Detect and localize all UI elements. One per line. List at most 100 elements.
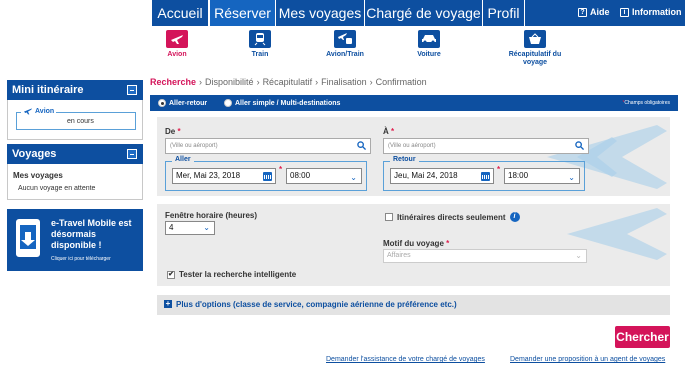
from-label: De *	[165, 127, 181, 136]
mini-itinerary-status: en cours	[67, 118, 94, 125]
depart-label: Aller	[172, 156, 194, 163]
required-note: *Champs obligatoires	[622, 100, 670, 106]
trip-type-bar: Aller-retour Aller simple / Multi-destin…	[150, 95, 678, 111]
mode-label: Récapitulatif du voyage	[508, 51, 562, 66]
mobile-promo-banner[interactable]: e-Travel Mobile est désormais disponible…	[7, 209, 143, 271]
mode-label: Voiture	[417, 51, 441, 58]
trips-panel: Mes voyages Aucun voyage en attente	[7, 164, 143, 200]
step-confirmation: Confirmation	[375, 77, 427, 87]
mini-itinerary-header: Mini itinéraire	[7, 80, 143, 100]
basket-icon	[524, 30, 546, 48]
reason-label: Motif du voyage *	[383, 239, 450, 248]
round-trip-label: Aller-retour	[169, 99, 208, 107]
help-link[interactable]: ? Aide	[578, 7, 610, 17]
agent-proposal-link[interactable]: Demander une proposition à un agent de v…	[510, 356, 665, 363]
train-icon	[249, 30, 271, 48]
return-group: Retour Jeu, Mai 24, 2018 * 18:00 ⌄	[383, 156, 585, 191]
return-label: Retour	[390, 156, 419, 163]
tab-charge-de-voyage[interactable]: Chargé de voyage	[365, 0, 483, 26]
more-options-label: Plus d'options (classe de service, compa…	[176, 300, 457, 309]
tab-mes-voyages[interactable]: Mes voyages	[276, 0, 365, 26]
mode-avion-train[interactable]: Avion/Train	[310, 30, 380, 59]
mode-label: Avion	[167, 51, 187, 58]
chevron-right-icon: ›	[256, 77, 260, 87]
direct-label: Itinéraires directs seulement	[397, 212, 506, 222]
plane-icon	[24, 108, 32, 115]
trips-header: Voyages	[7, 144, 143, 164]
chevron-down-icon: ⌄	[203, 223, 210, 232]
radio-unselected-icon	[224, 99, 232, 107]
depart-group: Aller Mer, Mai 23, 2018 * 08:00 ⌄	[165, 156, 367, 191]
smart-search-checkbox[interactable]: ✔ Tester la recherche intelligente	[167, 270, 296, 279]
to-label: À *	[383, 127, 395, 136]
search-button[interactable]: Chercher	[615, 326, 670, 348]
chevron-right-icon: ›	[369, 77, 373, 87]
tab-reserver[interactable]: Réserver	[209, 0, 276, 26]
mobile-promo-title: e-Travel Mobile est désormais disponible…	[51, 218, 132, 250]
required-star: *	[497, 165, 501, 174]
minimize-icon[interactable]	[127, 149, 137, 159]
mode-voiture[interactable]: Voiture	[394, 30, 464, 59]
trips-subtitle: Mes voyages	[13, 171, 63, 180]
calendar-icon[interactable]	[263, 172, 272, 181]
info-icon[interactable]: i	[509, 212, 520, 222]
to-input[interactable]: (Ville ou aéroport)	[383, 138, 589, 154]
top-navigation: Accueil Réserver Mes voyages Chargé de v…	[0, 0, 685, 26]
mobile-promo-link[interactable]: Cliquer ici pour télécharger	[51, 256, 111, 262]
plane-train-icon	[334, 30, 356, 48]
minimize-icon[interactable]	[127, 85, 137, 95]
chevron-right-icon: ›	[315, 77, 319, 87]
window-select[interactable]: 4 ⌄	[165, 221, 215, 235]
mini-itinerary-item: Avion en cours	[16, 107, 136, 130]
mini-itinerary-item-label: Avion	[35, 107, 55, 115]
step-disponibilite: Disponibilité	[205, 77, 254, 87]
mode-train[interactable]: Train	[225, 30, 295, 59]
route-panel: De * (Ville ou aéroport) À * (Ville ou a…	[157, 117, 670, 196]
radio-selected-icon	[158, 99, 166, 107]
mini-itinerary-item-head: Avion	[21, 107, 57, 115]
return-time-select[interactable]: 18:00 ⌄	[504, 168, 580, 184]
reason-select[interactable]: Affaires ⌄	[383, 249, 587, 263]
mode-label: Avion/Train	[326, 51, 364, 58]
depart-date-field[interactable]: Mer, Mai 23, 2018	[172, 168, 276, 184]
checkbox-unchecked-icon	[385, 213, 393, 221]
from-input[interactable]: (Ville ou aéroport)	[165, 138, 371, 154]
info-link[interactable]: i Information	[620, 7, 682, 17]
help-label: Aide	[590, 7, 610, 17]
calendar-icon[interactable]	[481, 172, 490, 181]
info-label: Information	[632, 7, 682, 17]
more-options-toggle[interactable]: + Plus d'options (classe de service, comp…	[157, 295, 670, 315]
info-icon: i	[620, 7, 629, 17]
window-label: Fenêtre horaire (heures)	[165, 211, 258, 220]
mode-recapitulatif[interactable]: Récapitulatif du voyage	[500, 30, 570, 67]
tab-accueil[interactable]: Accueil	[152, 0, 209, 26]
trips-title: Voyages	[12, 148, 57, 160]
return-date-field[interactable]: Jeu, Mai 24, 2018	[390, 168, 494, 184]
step-recherche: Recherche	[150, 77, 197, 87]
mode-label: Train	[251, 51, 269, 58]
step-recapitulatif: Récapitulatif	[262, 77, 313, 87]
options-panel: Fenêtre horaire (heures) 4 ⌄ Itinéraires…	[157, 204, 670, 286]
plane-icon	[166, 30, 188, 48]
chevron-down-icon: ⌄	[568, 173, 575, 182]
checkbox-checked-icon: ✔	[167, 270, 175, 279]
mini-itinerary-title: Mini itinéraire	[12, 84, 84, 96]
search-icon[interactable]	[357, 141, 366, 150]
chevron-right-icon: ›	[199, 77, 203, 87]
radio-one-way[interactable]: Aller simple / Multi-destinations	[224, 99, 340, 107]
mode-avion[interactable]: Avion	[142, 30, 212, 59]
smart-search-label: Tester la recherche intelligente	[179, 270, 297, 279]
agent-assist-link[interactable]: Demander l'assistance de votre chargé de…	[326, 356, 485, 363]
required-star: *	[279, 165, 283, 174]
tab-profil[interactable]: Profil	[483, 0, 525, 26]
trips-empty: Aucun voyage en attente	[18, 185, 96, 192]
phone-download-icon	[16, 219, 40, 257]
chevron-down-icon: ⌄	[350, 173, 357, 182]
radio-round-trip[interactable]: Aller-retour	[158, 99, 207, 107]
depart-time-select[interactable]: 08:00 ⌄	[286, 168, 362, 184]
search-icon[interactable]	[575, 141, 584, 150]
plus-icon: +	[164, 298, 172, 308]
car-icon	[418, 30, 440, 48]
one-way-label: Aller simple / Multi-destinations	[235, 99, 341, 107]
direct-checkbox[interactable]: Itinéraires directs seulement i	[385, 212, 520, 222]
